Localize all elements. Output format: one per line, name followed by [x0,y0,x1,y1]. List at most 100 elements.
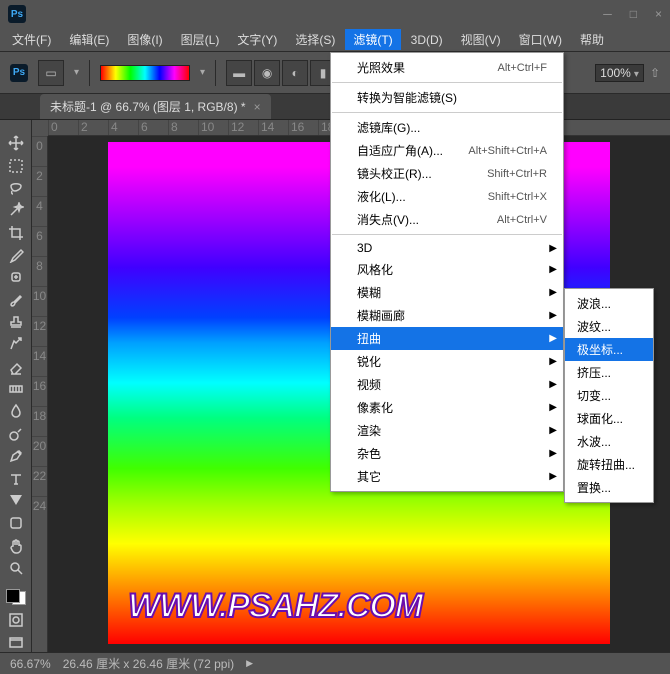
submenu-arrow-icon: ▶ [549,310,557,321]
menu-bar: 文件(F)编辑(E)图像(I)图层(L)文字(Y)选择(S)滤镜(T)3D(D)… [0,28,670,52]
move-tool[interactable] [4,134,28,152]
submenu-arrow-icon: ▶ [549,425,557,436]
separator [215,60,216,86]
submenu-item-旋转扭曲[interactable]: 旋转扭曲... [565,453,653,476]
menu-3D[interactable]: 3D(D) [403,31,451,49]
menu-item-3D[interactable]: 3D▶ [331,238,563,258]
menu-item-风格化[interactable]: 风格化▶ [331,258,563,281]
tools-panel [0,120,32,652]
type-tool[interactable] [4,469,28,487]
path-tool[interactable] [4,492,28,510]
menu-item-锐化[interactable]: 锐化▶ [331,350,563,373]
linear-gradient-icon[interactable]: ▬ [226,60,252,86]
radial-gradient-icon[interactable]: ◉ [254,60,280,86]
minimize-button[interactable]: ─ [603,7,612,21]
color-swatches[interactable] [4,587,28,607]
submenu-item-极坐标[interactable]: 极坐标... [565,338,653,361]
distort-submenu: 波浪...波纹...极坐标...挤压...切变...球面化...水波...旋转扭… [564,288,654,503]
menu-item-渲染[interactable]: 渲染▶ [331,419,563,442]
menu-视图[interactable]: 视图(V) [453,29,509,50]
status-zoom[interactable]: 66.67% [10,657,51,671]
menu-separator [332,112,562,113]
gradient-tool-icon[interactable]: ▭ [38,60,64,86]
zoom-select[interactable]: 100% ▾ [595,64,644,82]
stamp-tool[interactable] [4,313,28,331]
submenu-arrow-icon: ▶ [549,471,557,482]
menu-item-自适应广角A[interactable]: 自适应广角(A)...Alt+Shift+Ctrl+A [331,139,563,162]
gradient-tool[interactable] [4,380,28,398]
dodge-tool[interactable] [4,425,28,443]
submenu-arrow-icon: ▶ [549,356,557,367]
menu-item-像素化[interactable]: 像素化▶ [331,396,563,419]
menu-滤镜[interactable]: 滤镜(T) [345,29,400,50]
vertical-ruler: 024681012141618202224 [32,136,48,652]
filter-menu: 光照效果Alt+Ctrl+F 转换为智能滤镜(S) 滤镜库(G)...自适应广角(A… [330,52,564,492]
submenu-arrow-icon: ▶ [549,264,557,275]
status-bar: 66.67% 26.46 厘米 x 26.46 厘米 (72 ppi) ▶ [0,652,670,674]
maximize-button[interactable]: □ [630,7,637,21]
share-icon[interactable]: ⇧ [650,66,660,80]
menu-文件[interactable]: 文件(F) [4,29,59,50]
menu-文字[interactable]: 文字(Y) [229,29,285,50]
menu-item-滤镜库G[interactable]: 滤镜库(G)... [331,116,563,139]
gradient-preview[interactable] [100,65,190,81]
menu-item-杂色[interactable]: 杂色▶ [331,442,563,465]
wand-tool[interactable] [4,201,28,219]
menu-item-镜头校正R[interactable]: 镜头校正(R)...Shift+Ctrl+R [331,162,563,185]
lasso-tool[interactable] [4,179,28,197]
menu-窗口[interactable]: 窗口(W) [511,29,570,50]
foreground-color-swatch[interactable] [6,589,20,603]
document-tab[interactable]: 未标题-1 @ 66.7% (图层 1, RGB/8) * × [40,94,271,119]
document-tab-label: 未标题-1 @ 66.7% (图层 1, RGB/8) * [50,98,246,115]
menu-item-扭曲[interactable]: 扭曲▶ [331,327,563,350]
close-button[interactable]: × [655,7,662,21]
submenu-item-挤压[interactable]: 挤压... [565,361,653,384]
submenu-item-置换[interactable]: 置换... [565,476,653,499]
menu-item-光照效果[interactable]: 光照效果Alt+Ctrl+F [331,56,563,79]
menu-item-转换为智能滤镜S[interactable]: 转换为智能滤镜(S) [331,86,563,109]
heal-tool[interactable] [4,268,28,286]
window-controls: ─ □ × [603,7,662,21]
submenu-arrow-icon: ▶ [549,287,557,298]
crop-tool[interactable] [4,223,28,241]
submenu-item-波纹[interactable]: 波纹... [565,315,653,338]
menu-item-其它[interactable]: 其它▶ [331,465,563,488]
blur-tool[interactable] [4,402,28,420]
zoom-tool[interactable] [4,559,28,577]
menu-item-模糊[interactable]: 模糊▶ [331,281,563,304]
menu-item-视频[interactable]: 视频▶ [331,373,563,396]
menu-编辑[interactable]: 编辑(E) [61,29,117,50]
eyedrop-tool[interactable] [4,246,28,264]
quick-mask-button[interactable] [4,611,28,629]
marquee-tool[interactable] [4,156,28,174]
screen-mode-button[interactable] [4,634,28,652]
gradient-picker-chevron[interactable]: ▾ [200,67,205,78]
pen-tool[interactable] [4,447,28,465]
submenu-item-球面化[interactable]: 球面化... [565,407,653,430]
tool-preset-chevron[interactable]: ▾ [74,67,79,78]
menu-选择[interactable]: 选择(S) [287,29,343,50]
submenu-arrow-icon: ▶ [549,379,557,390]
menu-item-消失点V[interactable]: 消失点(V)...Alt+Ctrl+V [331,208,563,231]
watermark-text: WWW.PSAHZ.COM [128,587,422,626]
menu-帮助[interactable]: 帮助 [572,29,612,50]
submenu-item-水波[interactable]: 水波... [565,430,653,453]
submenu-arrow-icon: ▶ [549,448,557,459]
close-tab-icon[interactable]: × [254,100,261,114]
submenu-item-波浪[interactable]: 波浪... [565,292,653,315]
eraser-tool[interactable] [4,358,28,376]
menu-separator [332,82,562,83]
brush-tool[interactable] [4,291,28,309]
title-bar: Ps ─ □ × [0,0,670,28]
status-arrow-icon[interactable]: ▶ [246,658,253,669]
menu-item-模糊画廊[interactable]: 模糊画廊▶ [331,304,563,327]
menu-item-液化L[interactable]: 液化(L)...Shift+Ctrl+X [331,185,563,208]
status-dimensions: 26.46 厘米 x 26.46 厘米 (72 ppi) [63,655,234,672]
history-tool[interactable] [4,335,28,353]
hand-tool[interactable] [4,536,28,554]
angle-gradient-icon[interactable]: ◐ [282,60,308,86]
menu-图层[interactable]: 图层(L) [173,29,228,50]
submenu-item-切变[interactable]: 切变... [565,384,653,407]
menu-图像[interactable]: 图像(I) [119,29,170,50]
shape-tool[interactable] [4,514,28,532]
